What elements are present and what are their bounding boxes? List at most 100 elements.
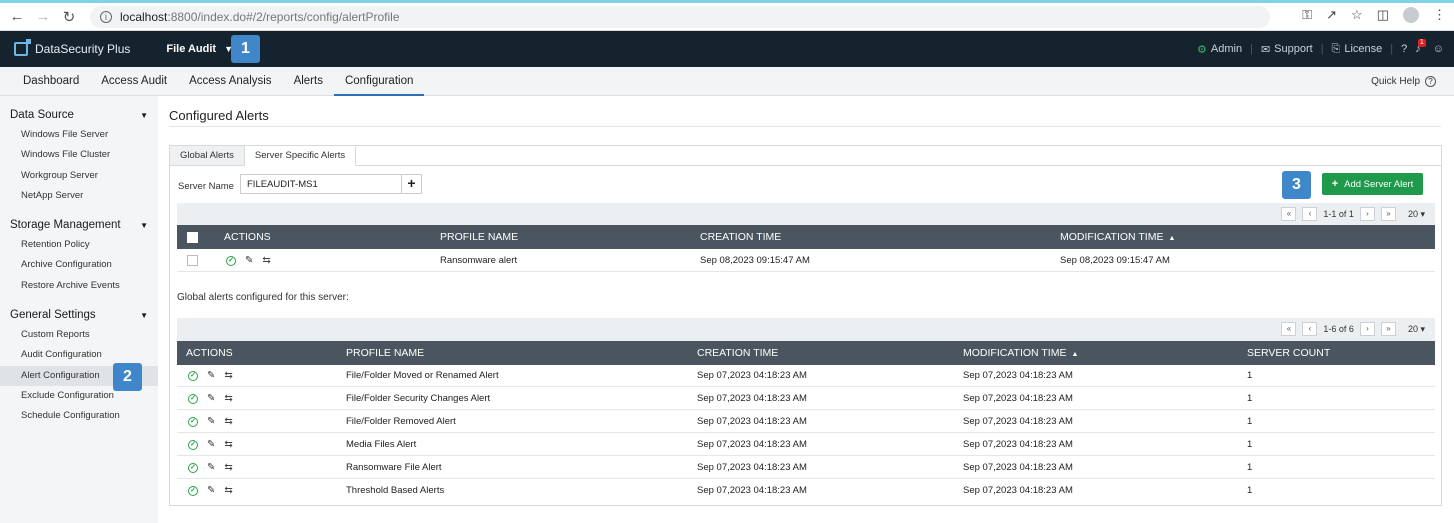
swap-arrows-icon[interactable]: ⇆ [224, 364, 232, 387]
table-header: ACTIONS PROFILE NAME CREATION TIME MODIF… [177, 225, 1435, 249]
profile-avatar-icon[interactable] [1403, 7, 1419, 23]
edit-pencil-icon[interactable]: ✎ [207, 410, 215, 433]
column-header-server-count[interactable]: SERVER COUNT [1247, 341, 1330, 365]
enable-check-icon[interactable]: ✓ [188, 485, 198, 496]
cell-modification-time: Sep 07,2023 04:18:23 AM [963, 462, 1073, 473]
sidebar-item-workgroup-server[interactable]: Workgroup Server [0, 166, 158, 186]
reload-icon[interactable]: ↻ [56, 8, 82, 26]
enable-check-icon[interactable]: ✓ [188, 393, 198, 404]
prev-page-icon[interactable]: ‹ [1302, 207, 1318, 221]
edit-pencil-icon[interactable]: ✎ [207, 364, 215, 387]
sidebar-item-custom-reports[interactable]: Custom Reports [0, 325, 158, 345]
swap-arrows-icon[interactable]: ⇆ [224, 410, 232, 433]
tab-configuration[interactable]: Configuration [333, 67, 425, 96]
sidebar-item-retention-policy[interactable]: Retention Policy [0, 235, 158, 255]
tab-alerts[interactable]: Alerts [283, 67, 334, 96]
separator: | [1250, 43, 1253, 55]
address-bar[interactable]: i localhost:8800/index.do#/2/reports/con… [90, 5, 1270, 28]
sidebar-section-general-settings[interactable]: General Settings ▼ [0, 305, 158, 325]
cell-modification-time: Sep 07,2023 04:18:23 AM [963, 485, 1073, 496]
user-profile-icon[interactable]: ☺ [1433, 43, 1444, 55]
admin-link[interactable]: ⚙ Admin [1197, 43, 1242, 56]
swap-arrows-icon[interactable]: ⇆ [262, 249, 270, 272]
license-link[interactable]: ⎘ License [1332, 43, 1383, 56]
tab-global-alerts[interactable]: Global Alerts [170, 146, 245, 166]
table-header: ACTIONS PROFILE NAME CREATION TIME MODIF… [177, 341, 1435, 365]
sidebar-item-windows-file-cluster[interactable]: Windows File Cluster [0, 145, 158, 165]
back-icon[interactable]: ← [4, 8, 30, 25]
enable-check-icon[interactable]: ✓ [188, 416, 198, 427]
swap-arrows-icon[interactable]: ⇆ [224, 479, 232, 502]
add-server-alert-button[interactable]: + Add Server Alert [1322, 173, 1423, 195]
global-alerts-note: Global alerts configured for this server… [177, 292, 349, 303]
bookmark-star-icon[interactable]: ☆ [1351, 7, 1363, 23]
next-page-icon[interactable]: › [1359, 207, 1375, 221]
sidebar-section-title: General Settings [10, 309, 96, 322]
forward-icon[interactable]: → [30, 8, 56, 25]
tab-server-specific-alerts[interactable]: Server Specific Alerts [244, 146, 357, 166]
column-header-creation-time[interactable]: CREATION TIME [700, 225, 781, 249]
quick-help-link[interactable]: Quick Help ? [1371, 76, 1436, 87]
page-range: 1-6 of 6 [1323, 324, 1354, 334]
notification-bell-icon[interactable]: ♪ 1 [1415, 39, 1426, 55]
support-link[interactable]: ✉ Support [1261, 43, 1313, 56]
edit-pencil-icon[interactable]: ✎ [245, 249, 253, 272]
site-info-icon[interactable]: i [100, 10, 112, 23]
select-all-checkbox[interactable] [187, 231, 198, 243]
row-checkbox[interactable] [187, 254, 198, 266]
swap-arrows-icon[interactable]: ⇆ [224, 456, 232, 479]
browser-menu-icon[interactable]: ⋮ [1433, 7, 1446, 23]
server-name-field[interactable] [240, 174, 402, 194]
sidebar-item-restore-archive-events[interactable]: Restore Archive Events [0, 276, 158, 296]
page-size-select[interactable]: 20 ▾ [1408, 209, 1425, 220]
quick-help-label: Quick Help [1371, 76, 1420, 87]
page-size-select[interactable]: 20 ▾ [1408, 324, 1425, 335]
side-panel-icon[interactable]: ◫ [1377, 7, 1389, 23]
edit-pencil-icon[interactable]: ✎ [207, 479, 215, 502]
swap-arrows-icon[interactable]: ⇆ [224, 433, 232, 456]
sidebar-item-windows-file-server[interactable]: Windows File Server [0, 125, 158, 145]
add-server-button[interactable]: + [401, 174, 422, 194]
tab-dashboard[interactable]: Dashboard [12, 67, 90, 96]
first-page-icon[interactable]: « [1281, 207, 1297, 221]
chat-icon: ✉ [1260, 43, 1271, 56]
key-icon[interactable]: ⚿ [1302, 7, 1312, 23]
first-page-icon[interactable]: « [1281, 322, 1297, 336]
notification-badge: 1 [1417, 39, 1426, 47]
sidebar-item-netapp-server[interactable]: NetApp Server [0, 186, 158, 206]
share-icon[interactable]: ↗ [1326, 7, 1337, 23]
tab-access-audit[interactable]: Access Audit [90, 67, 178, 96]
column-header-modification-time[interactable]: MODIFICATION TIME ▲ [1060, 225, 1175, 251]
enable-check-icon[interactable]: ✓ [188, 370, 198, 381]
enable-check-icon[interactable]: ✓ [226, 255, 236, 266]
column-header-profile-name[interactable]: PROFILE NAME [346, 341, 424, 365]
edit-pencil-icon[interactable]: ✎ [207, 433, 215, 456]
edit-pencil-icon[interactable]: ✎ [207, 387, 215, 410]
column-header-label: MODIFICATION TIME [963, 347, 1067, 359]
sort-ascending-icon: ▲ [1168, 235, 1176, 242]
tab-access-analysis[interactable]: Access Analysis [178, 67, 282, 96]
last-page-icon[interactable]: » [1380, 207, 1396, 221]
next-page-icon[interactable]: › [1359, 322, 1375, 336]
sidebar-section-storage-management[interactable]: Storage Management ▼ [0, 215, 158, 235]
last-page-icon[interactable]: » [1380, 322, 1396, 336]
sidebar-item-schedule-configuration[interactable]: Schedule Configuration [0, 406, 158, 426]
user-gear-icon: ⚙ [1197, 43, 1207, 56]
edit-pencil-icon[interactable]: ✎ [207, 456, 215, 479]
app-logo[interactable]: DataSecurity Plus [14, 39, 130, 56]
sidebar-section-data-source[interactable]: Data Source ▼ [0, 105, 158, 125]
enable-check-icon[interactable]: ✓ [188, 462, 198, 473]
add-server-alert-label: Add Server Alert [1344, 178, 1414, 190]
cell-modification-time: Sep 07,2023 04:18:23 AM [963, 370, 1073, 381]
swap-arrows-icon[interactable]: ⇆ [224, 387, 232, 410]
enable-check-icon[interactable]: ✓ [188, 439, 198, 450]
product-switcher[interactable]: File Audit ▼ [166, 43, 233, 55]
sidebar-item-archive-configuration[interactable]: Archive Configuration [0, 255, 158, 275]
sidebar: Data Source ▼ Windows File Server Window… [0, 96, 158, 523]
column-header-profile-name[interactable]: PROFILE NAME [440, 225, 518, 249]
help-icon[interactable]: ? [1401, 43, 1407, 55]
table-row: ✓ ✎ ⇆ Threshold Based Alerts Sep 07,2023 0… [177, 479, 1435, 502]
prev-page-icon[interactable]: ‹ [1302, 322, 1318, 336]
main-tabs: Dashboard Access Audit Access Analysis A… [0, 67, 1454, 96]
column-header-creation-time[interactable]: CREATION TIME [697, 341, 778, 365]
